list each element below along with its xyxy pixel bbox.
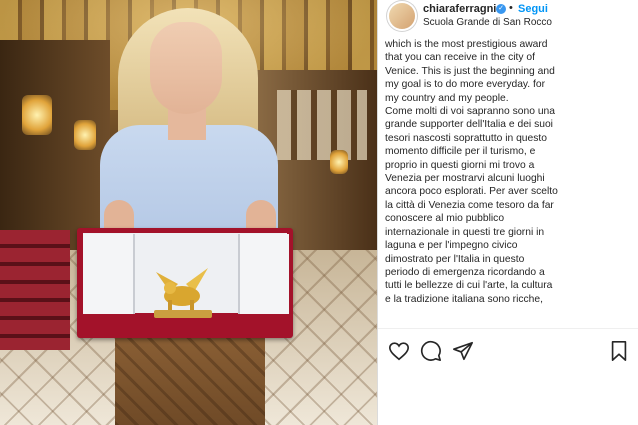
windows — [277, 90, 367, 160]
separator-dot: • — [509, 2, 513, 14]
location-link[interactable]: Scuola Grande di San Rocco — [423, 17, 552, 28]
avatar[interactable] — [389, 3, 415, 29]
lantern — [74, 120, 96, 150]
caption-line: that you can receive in the city of — [385, 52, 535, 64]
instagram-post: chiaraferragni ✓ • Segui Scuola Grande d… — [0, 0, 638, 425]
caption-line: which is the most prestigious award — [385, 39, 548, 50]
lantern — [330, 150, 348, 174]
post-caption: which is the most prestigious award that… — [385, 38, 635, 318]
post-header: chiaraferragni ✓ • Segui Scuola Grande d… — [378, 0, 638, 34]
caption-line: internazionale in questi tre giorni in — [385, 226, 545, 238]
divider — [378, 328, 638, 329]
caption-line: Venice. This is just the beginning and — [385, 65, 555, 77]
caption-line: laguna e per l'impegno civico — [385, 240, 518, 252]
caption-line: e la tradizione italiana sono ricche, — [385, 293, 543, 305]
username-link[interactable]: chiaraferragni — [423, 3, 496, 15]
caption-line: la città di Venezia come tesoro da far — [385, 199, 554, 211]
verified-badge-icon: ✓ — [496, 4, 506, 14]
paper-plane-icon[interactable] — [452, 340, 474, 362]
caption-line: tesori nascosti soprattutto in questo — [385, 132, 547, 144]
post-photo[interactable] — [0, 0, 377, 425]
golden-lion-trophy — [154, 268, 212, 318]
caption-line: grande supporter dell'Italia e dei suoi — [385, 119, 553, 131]
award-box-right-panel — [238, 234, 289, 314]
caption-line: momento difficile per il turismo, e — [385, 146, 536, 158]
caption-line: Venezia per mostrarvi alcuni luoghi — [385, 173, 545, 185]
caption-line: proprio in questi giorni mi trovo a — [385, 159, 535, 171]
caption-line: ancora poco esplorati. Per aver scelto — [385, 186, 558, 198]
red-chairs — [0, 230, 70, 350]
caption-line: Come molti di voi sapranno sono una — [385, 106, 555, 118]
lantern — [22, 95, 52, 135]
caption-line: my goal is to do more everyday. for — [385, 79, 546, 91]
caption-line: conoscere al mio pubblico — [385, 213, 505, 225]
face — [150, 22, 222, 114]
post-sidebar: chiaraferragni ✓ • Segui Scuola Grande d… — [377, 0, 638, 425]
caption-line: periodo di emergenza ricordando a — [385, 266, 545, 278]
caption-line: tutti le bellezze di cui l'arte, la cult… — [385, 280, 553, 292]
bookmark-icon[interactable] — [608, 340, 630, 362]
comment-icon[interactable] — [420, 340, 442, 362]
follow-button[interactable]: Segui — [518, 3, 548, 15]
heart-icon[interactable] — [388, 340, 410, 362]
award-box-left-panel — [83, 234, 135, 314]
caption-line: dimostrato per l'Italia in questo — [385, 253, 525, 265]
caption-line: my country and my people. — [385, 92, 509, 104]
